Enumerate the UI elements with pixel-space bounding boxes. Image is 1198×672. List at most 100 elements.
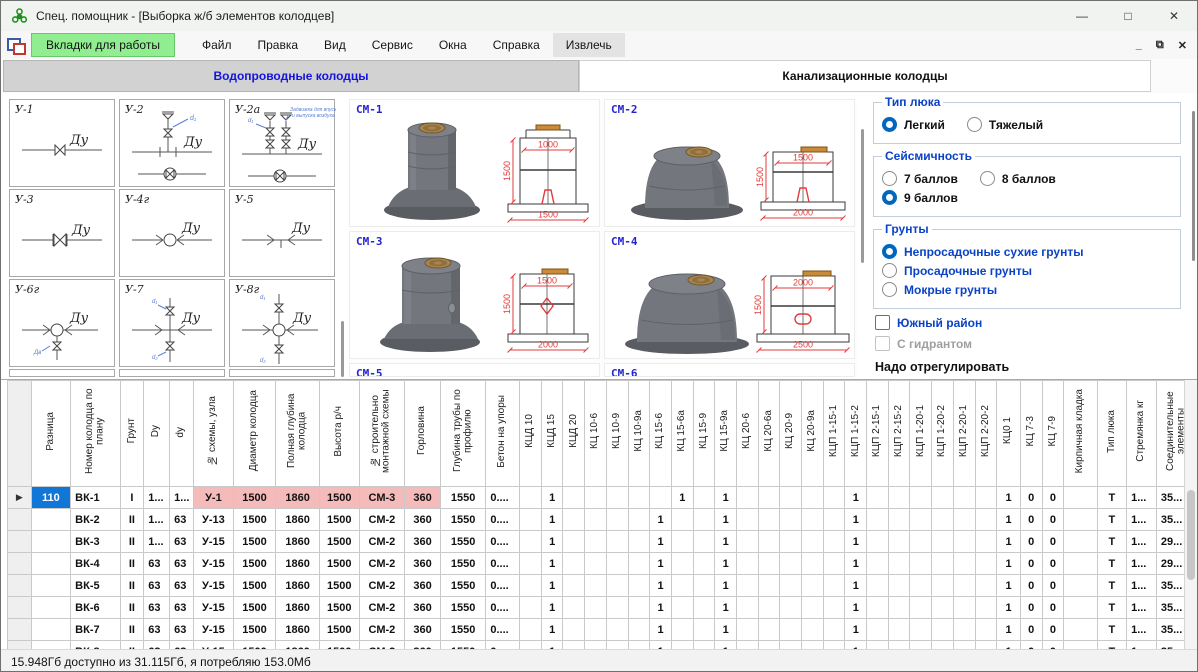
cell[interactable] [606,531,628,553]
cell[interactable] [628,553,650,575]
cell[interactable]: 1 [650,597,672,619]
cell[interactable] [758,575,780,597]
cell[interactable] [671,553,693,575]
cell[interactable]: 0 [1020,531,1042,553]
cell[interactable]: 360 [405,619,441,641]
cell[interactable]: Т [1097,553,1126,575]
cell[interactable]: Т [1097,575,1126,597]
cell[interactable] [693,597,715,619]
cell[interactable]: 1500 [319,575,359,597]
column-header-35[interactable]: КЦ0 1 [997,381,1021,487]
cell[interactable] [585,597,607,619]
cell[interactable]: 1500 [319,597,359,619]
cell[interactable]: 0.... [486,619,520,641]
cell[interactable]: 63 [170,619,194,641]
column-header-9[interactable]: № строительно монтажной схемы [359,381,405,487]
cell[interactable] [736,531,758,553]
cell[interactable]: 1550 [440,487,486,509]
cell[interactable]: 1 [650,575,672,597]
column-header-20[interactable]: КЦ 15-6а [671,381,693,487]
checkbox-with-hydrant[interactable]: С гидрантом [875,336,972,351]
cell[interactable]: У-15 [194,597,234,619]
cell[interactable]: 1 [650,531,672,553]
cell[interactable]: 1500 [319,531,359,553]
cell[interactable] [31,575,71,597]
cell[interactable] [953,531,975,553]
cell[interactable]: 1 [845,575,867,597]
cell[interactable]: I [120,487,144,509]
cell[interactable]: 1 [997,575,1021,597]
child-restore-button[interactable]: ⧉ [1156,39,1164,52]
row-marker[interactable] [8,553,32,575]
cell[interactable] [888,487,910,509]
radio-hatch-light[interactable]: Легкий [882,117,945,132]
options-scrollbar[interactable] [1192,111,1195,261]
cell[interactable] [31,509,71,531]
cell[interactable]: 1550 [440,575,486,597]
column-header-17[interactable]: КЦ 10-9 [606,381,628,487]
cell[interactable] [628,509,650,531]
cell[interactable] [1064,575,1097,597]
cell[interactable]: 1500 [233,575,276,597]
cell[interactable]: 1 [715,553,737,575]
column-header-1[interactable]: Номер колодца по плану [71,381,120,487]
cell[interactable]: 1500 [319,553,359,575]
model-cell-СМ-2[interactable]: СМ-2 150015002000 [604,99,855,227]
cell[interactable] [758,487,780,509]
column-header-7[interactable]: Полная глубина колодца [276,381,320,487]
cell[interactable] [802,487,824,509]
cell[interactable] [932,553,954,575]
cell[interactable]: 360 [405,487,441,509]
cell[interactable]: ВК-6 [71,597,120,619]
cell[interactable]: 1500 [319,619,359,641]
cell[interactable]: 1 [845,553,867,575]
table-row-6[interactable]: ВК-6II6363У-15150018601500СМ-236015500..… [8,597,1197,619]
cell[interactable]: 1 [715,531,737,553]
cell[interactable] [802,531,824,553]
cell[interactable] [31,619,71,641]
column-header-16[interactable]: КЦ 10-6 [585,381,607,487]
cell[interactable]: 0.... [486,597,520,619]
cell[interactable] [585,531,607,553]
cell[interactable] [628,597,650,619]
cell[interactable]: 1500 [233,509,276,531]
column-header-8[interactable]: Высота р/ч [319,381,359,487]
cell[interactable] [823,619,845,641]
cell[interactable] [1064,509,1097,531]
cell[interactable]: ВК-3 [71,531,120,553]
cell[interactable] [693,575,715,597]
cell[interactable]: СМ-2 [359,619,405,641]
column-header-36[interactable]: КЦ 7-3 [1020,381,1042,487]
cell[interactable]: 1860 [276,575,320,597]
cell[interactable]: ВК-1 [71,487,120,509]
cell[interactable]: У-15 [194,553,234,575]
cell[interactable] [585,575,607,597]
cell[interactable] [693,509,715,531]
cell[interactable] [867,597,889,619]
cell[interactable] [867,531,889,553]
cell[interactable]: 1860 [276,553,320,575]
cell[interactable]: 63 [170,597,194,619]
work-tabs-button[interactable]: Вкладки для работы [31,33,175,57]
cell[interactable] [802,597,824,619]
cell[interactable]: 0 [1020,575,1042,597]
row-marker[interactable] [8,619,32,641]
cell[interactable] [802,553,824,575]
cell[interactable] [736,509,758,531]
cell[interactable]: 360 [405,597,441,619]
cell[interactable]: 63 [144,575,170,597]
cell[interactable] [671,597,693,619]
cell[interactable]: 0 [1042,487,1064,509]
cell[interactable]: 0 [1042,619,1064,641]
column-header-12[interactable]: Бетон на упоры [486,381,520,487]
cell[interactable]: 1... [170,487,194,509]
scheme-cell-У-8г[interactable]: У-8г d₁d₂Ду [229,279,335,367]
column-header-37[interactable]: КЦ 7-9 [1042,381,1064,487]
cell[interactable] [975,487,997,509]
cell[interactable] [585,487,607,509]
column-header-3[interactable]: Dy [144,381,170,487]
cell[interactable]: 360 [405,575,441,597]
cell[interactable] [736,553,758,575]
cell[interactable]: II [120,531,144,553]
cell[interactable] [953,553,975,575]
